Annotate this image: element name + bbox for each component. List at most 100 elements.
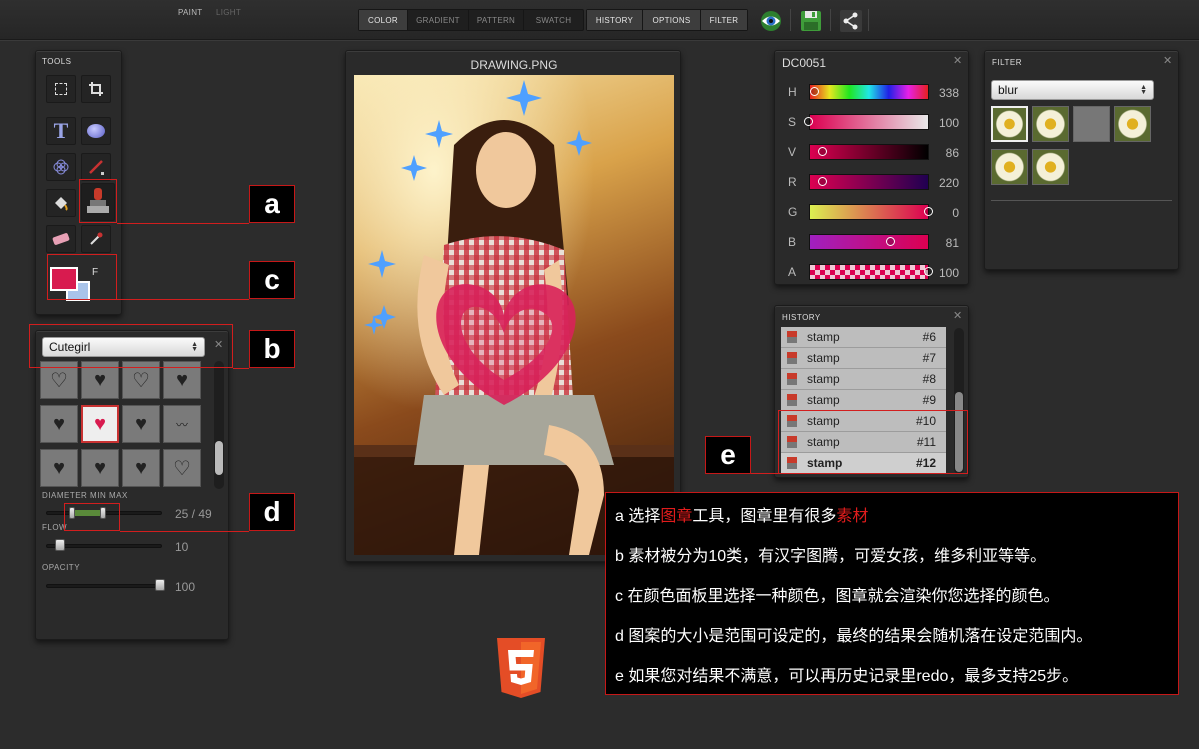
channel-slider-h[interactable] (809, 84, 929, 100)
instructions-note: a 选择图章工具，图章里有很多素材 b 素材被分为10类，有汉字图腾，可爱女孩，… (605, 492, 1179, 695)
diameter-value: 25 / 49 (175, 507, 212, 521)
history-step: #8 (922, 372, 936, 386)
marquee-icon[interactable] (46, 75, 76, 103)
spirograph-icon[interactable] (46, 153, 76, 181)
history-action: stamp (807, 330, 840, 344)
stamp-thumb[interactable]: ♡ (163, 449, 201, 487)
channel-value: 100 (938, 116, 959, 130)
close-icon[interactable]: ✕ (953, 311, 962, 322)
filter-panel: FILTER ✕ blur ▲ ▼ (984, 50, 1179, 270)
stamp-scrollbar[interactable] (214, 361, 224, 489)
share-icon[interactable] (838, 8, 864, 34)
top-toolbar: PAINT LIGHT COLOR GRADIENT PATTERN SWATC… (0, 0, 1199, 40)
channel-slider-r[interactable] (809, 174, 929, 190)
ellipse-icon[interactable] (81, 117, 111, 145)
save-icon[interactable] (798, 8, 824, 34)
annotation-label-c: c (249, 261, 295, 299)
eye-icon[interactable] (758, 8, 784, 34)
filter-select-value: blur (998, 83, 1019, 97)
tab-options[interactable]: OPTIONS (643, 10, 701, 30)
stamp-thumb[interactable]: 〰 (163, 405, 201, 443)
close-icon[interactable]: ✕ (1163, 56, 1172, 67)
tab-history[interactable]: HISTORY (587, 10, 643, 30)
mode-paint[interactable]: PAINT (178, 8, 202, 17)
eraser-icon[interactable] (46, 225, 76, 253)
filter-thumb[interactable] (1114, 106, 1151, 142)
channel-handle[interactable] (810, 87, 819, 96)
note-d: d 图案的大小是范围可设定的，最终的结果会随机落在设定范围内。 (615, 628, 1093, 645)
canvas-panel: DRAWING.PNG (345, 50, 681, 562)
annotation-box-d (64, 503, 120, 531)
channel-slider-g[interactable] (809, 204, 929, 220)
history-step: #6 (922, 330, 936, 344)
channel-label: B (788, 235, 797, 249)
stamp-thumb[interactable]: ♥ (81, 449, 119, 487)
channel-value: 0 (952, 206, 959, 220)
crop-icon[interactable] (81, 75, 111, 103)
channel-label: G (788, 205, 798, 219)
channel-label: S (788, 115, 797, 129)
opacity-handle[interactable] (155, 579, 165, 591)
history-row[interactable]: stamp #6 (781, 327, 946, 348)
tab-swatch[interactable]: SWATCH (524, 10, 583, 30)
channel-handle[interactable] (885, 237, 895, 246)
stamp-thumb[interactable]: ♥ (122, 405, 160, 443)
filter-thumb[interactable] (1073, 106, 1110, 142)
stamp-icon (787, 352, 797, 364)
opacity-slider[interactable] (46, 584, 162, 588)
stamp-thumb-selected[interactable]: ♥ (81, 405, 119, 443)
filter-thumb[interactable] (1032, 106, 1069, 142)
flow-handle[interactable] (55, 539, 65, 551)
history-row[interactable]: stamp #8 (781, 369, 946, 390)
annotation-line-b (233, 368, 249, 369)
brush-icon[interactable] (81, 153, 111, 181)
note-e: e 如果您对结果不满意，可以再历史记录里redo，最多支持25步。 (615, 668, 1079, 685)
panel-tab-group: HISTORY OPTIONS FILTER (586, 9, 748, 31)
tab-color[interactable]: COLOR (359, 10, 408, 30)
stamp-thumb[interactable]: ♥ (40, 449, 78, 487)
canvas-title: DRAWING.PNG (470, 58, 558, 72)
channel-slider-v[interactable] (809, 144, 929, 160)
channel-handle[interactable] (804, 117, 813, 126)
history-row[interactable]: stamp #7 (781, 348, 946, 369)
filter-thumb[interactable] (1032, 149, 1069, 185)
color-hex-title: DC0051 (782, 56, 827, 70)
annotation-box-e (778, 410, 968, 474)
stamp-thumb[interactable]: ♥ (40, 405, 78, 443)
stamp-scroll-thumb[interactable] (215, 441, 223, 475)
tab-filter[interactable]: FILTER (701, 10, 747, 30)
annotation-box-a (79, 179, 117, 223)
select-arrows-icon: ▲ ▼ (1140, 84, 1147, 96)
divider (991, 200, 1172, 201)
note-a: a 选择图章工具，图章里有很多素材 (615, 508, 869, 525)
history-step: #9 (922, 393, 936, 407)
channel-label: H (788, 85, 797, 99)
filter-thumb[interactable] (991, 149, 1028, 185)
drawing-canvas[interactable] (354, 75, 674, 555)
channel-value: 81 (945, 236, 959, 250)
html5-logo-icon (493, 638, 549, 702)
history-title: HISTORY (782, 313, 821, 322)
history-step: #7 (922, 351, 936, 365)
filter-select[interactable]: blur ▲ ▼ (991, 80, 1154, 100)
tools-title: TOOLS (42, 57, 72, 66)
fill-icon[interactable] (46, 189, 76, 217)
channel-slider-a[interactable] (809, 264, 929, 280)
history-action: stamp (807, 351, 840, 365)
close-icon[interactable]: ✕ (953, 56, 962, 67)
mode-light[interactable]: LIGHT (216, 8, 241, 17)
history-row[interactable]: stamp #9 (781, 390, 946, 411)
text-icon[interactable]: T (46, 117, 76, 145)
channel-slider-s[interactable] (809, 114, 929, 130)
channel-value: 86 (945, 146, 959, 160)
stamp-options-panel: Cutegirl ▲ ▼ ✕ ♡ ♥ ♡ ♥ ♥ ♥ ♥ 〰 ♥ ♥ ♥ ♡ DI… (35, 330, 229, 640)
tab-gradient[interactable]: GRADIENT (408, 10, 469, 30)
tab-pattern[interactable]: PATTERN (469, 10, 524, 30)
channel-value: 220 (938, 176, 959, 190)
opacity-label: OPACITY (42, 563, 81, 572)
stamp-icon (787, 394, 797, 406)
eyedropper-icon[interactable] (81, 225, 111, 253)
channel-slider-b[interactable] (809, 234, 929, 250)
filter-thumb[interactable] (991, 106, 1028, 142)
stamp-thumb[interactable]: ♥ (122, 449, 160, 487)
